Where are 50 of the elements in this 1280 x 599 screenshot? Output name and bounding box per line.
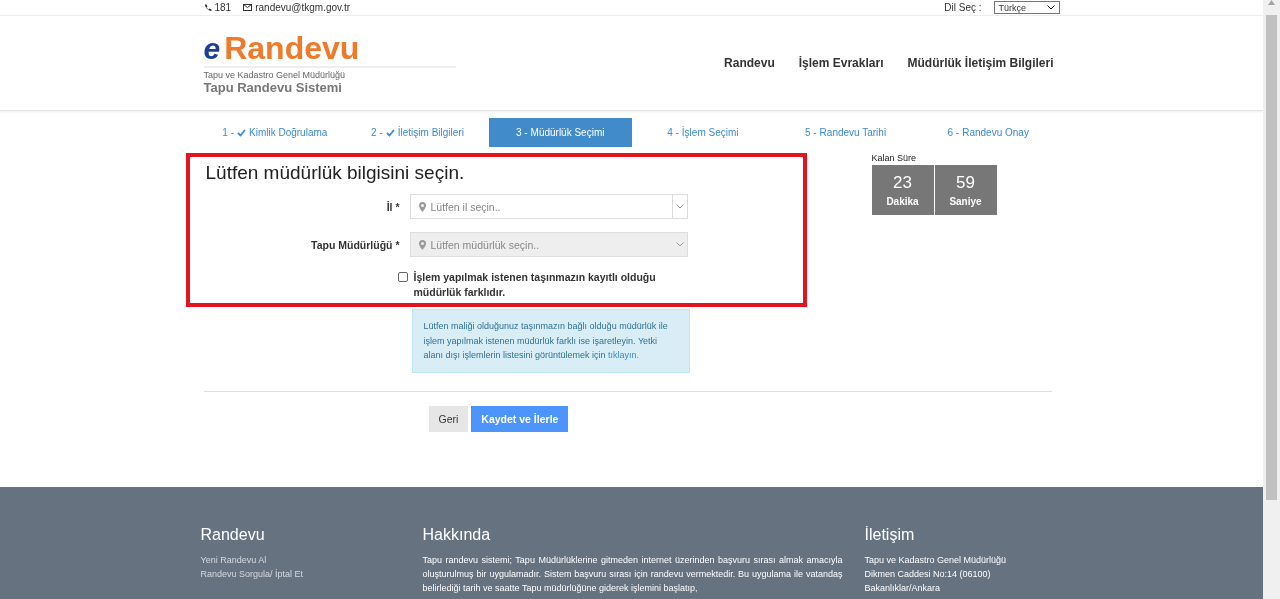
phone-text: 181 [203,2,232,13]
step-tab[interactable]: 4 - İşlem Seçimi [631,118,775,147]
map-pin-icon [418,239,426,250]
contact-line: Bakanlıklar/Ankara [864,582,942,595]
info-link[interactable]: tıklayın. [608,350,640,360]
email-text: randevu@tkgm.gov.tr [243,2,351,13]
check-icon [385,128,395,137]
contact-line: Tapu ve Kadastro Genel Müdürlüğü [864,554,1008,567]
nav-link[interactable]: İşlem Evrakları [798,56,884,70]
info-message: Lütfen maliği olduğunuz taşınmazın bağlı olduğu müdürlük ile işlem yapılmak istenen müdürlük farklı ise işaretleyin. Yetki alanı dışı işlemlerin listesini görüntülemek için tıklayın. [411,309,690,373]
checkbox-label: İşlem yapılmak istenen taşınmazın kayıtlı olduğu müdürlük farklıdır. [413,270,657,300]
step-tab[interactable]: 2 - İletişim Bilgileri [346,118,489,147]
caret-icon [675,204,684,209]
footer-heading: Hakkında [422,526,492,544]
contact-line: Dikmen Caddesi No:14 (06100) [864,568,992,581]
timer-box: 59 Saniye [934,165,997,215]
about-paragraph: Tapu randevu sistemi; Tapu Müdürlüklerine gitmeden internet üzerinden başvuru sırası almak amacıyla oluşturulmuş bir uygulamadır. Sistem başvuru sırası için randevu vermektedir. Bu uygulama ile vatandaş belirlediği tarih ve saatte Tapu müdürlüğüne giderek işlemini başlatıp, [422,554,843,595]
timer-box: 23 Dakika [871,165,934,215]
back-button[interactable]: Geri [428,405,469,432]
select-field[interactable]: Lütfen il seçin.. [409,194,688,219]
field-label: Tapu Müdürlüğü * [310,238,401,251]
footer-link[interactable]: Yeni Randevu Al [200,553,423,567]
organization-name: Tapu ve Kadastro Genel Müdürlüğü [203,69,347,80]
step-tab[interactable]: 5 - Randevu Tarihi [774,118,917,147]
step-tab[interactable]: 1 - Kimlik Doğrulama [203,118,347,147]
form-title: Lütfen müdürlük bilgisini seçin. [205,162,466,184]
step-tab[interactable]: 6 - Randevu Onay [916,118,1060,147]
nav-link[interactable]: Randevu [724,56,775,70]
language-select[interactable]: Türkçe [993,1,1060,14]
system-name: Tapu Randevu Sistemi [203,79,342,95]
field-label: İl * [385,200,401,213]
footer-link[interactable]: Randevu Sorgula/ İptal Et [200,567,423,581]
map-pin-icon [418,201,426,212]
check-icon [237,128,246,137]
step-tab[interactable]: 3 - Müdürlük Seçimi [488,118,632,147]
timer-title: Kalan Süre [871,153,918,163]
footer-heading: Randevu [200,526,266,544]
caret-icon [1046,5,1055,10]
scroll-up-icon[interactable] [1268,0,1275,5]
footer-heading: İletişim [864,526,916,544]
caret-icon [675,242,684,247]
save-button[interactable]: Kaydet ve İlerle [471,405,569,432]
checkbox[interactable] [397,272,408,282]
envelope-icon [243,4,253,11]
language-label: Dil Seç : [944,2,982,13]
logo-text: Randevu [224,31,360,64]
nav-link[interactable]: Müdürlük İletişim Bilgileri [907,56,1054,70]
phone-icon [203,3,212,12]
logo-letter: e [203,31,221,66]
scrollbar[interactable] [1263,0,1280,599]
